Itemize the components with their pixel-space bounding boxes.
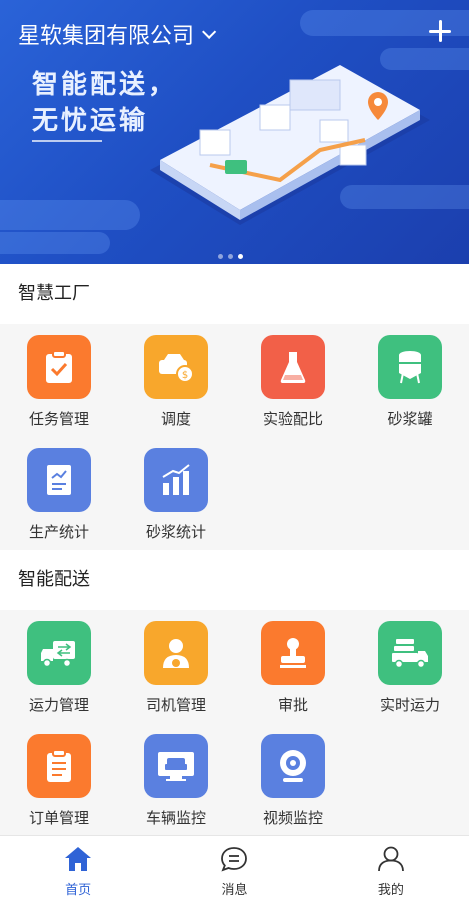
carousel-indicator[interactable] — [218, 254, 243, 259]
approval-tile[interactable]: 审批 — [234, 621, 352, 715]
order-clipboard-icon — [27, 734, 91, 798]
production-stats-tile[interactable]: 生产统计 — [0, 448, 118, 542]
message-icon — [221, 847, 248, 872]
lab-ratio-tile[interactable]: 实验配比 — [234, 335, 352, 429]
section-title-delivery: 智能配送 — [0, 550, 469, 610]
vehicle-monitor-tile[interactable]: 车辆监控 — [117, 734, 235, 828]
tile-label: 砂浆统计 — [145, 523, 206, 541]
tile-label: 实时运力 — [379, 696, 440, 714]
tab-messages[interactable]: 消息 — [156, 836, 312, 900]
tab-label: 消息 — [221, 883, 248, 898]
tank-icon — [378, 335, 442, 399]
company-selector[interactable]: 星软集团有限公司 — [18, 18, 217, 50]
truck-cargo-icon — [378, 621, 442, 685]
delivery-grid: 运力管理 司机管理 审批 实时运力 订单管理 车辆监控 视频监控 — [0, 610, 469, 835]
flask-icon — [261, 335, 325, 399]
driver-management-tile[interactable]: 司机管理 — [117, 621, 235, 715]
truck-exchange-icon — [27, 621, 91, 685]
tile-label: 运力管理 — [28, 696, 89, 714]
tile-label: 视频监控 — [262, 809, 323, 827]
slogan-divider — [32, 140, 102, 142]
slogan-line2: 无忧运输 — [32, 106, 149, 136]
bottom-tab-bar: 首页 消息 我的 — [0, 835, 469, 900]
tile-label: 审批 — [277, 696, 308, 714]
webcam-icon — [261, 734, 325, 798]
city-illustration — [150, 65, 430, 225]
tile-label: 实验配比 — [262, 410, 323, 428]
tab-profile[interactable]: 我的 — [313, 836, 469, 900]
add-icon[interactable] — [427, 18, 453, 44]
driver-icon — [144, 621, 208, 685]
mortar-stats-tile[interactable]: 砂浆统计 — [117, 448, 235, 542]
home-icon — [65, 847, 92, 871]
tile-label: 砂浆罐 — [387, 410, 433, 428]
factory-grid: 任务管理 $ 调度 实验配比 砂浆罐 生产统计 砂浆统计 — [0, 324, 469, 550]
vehicle-monitor-icon — [144, 734, 208, 798]
video-monitor-tile[interactable]: 视频监控 — [234, 734, 352, 828]
tab-label: 我的 — [377, 883, 404, 898]
company-name: 星软集团有限公司 — [18, 24, 195, 49]
stamp-icon — [261, 621, 325, 685]
clipboard-check-icon — [27, 335, 91, 399]
capacity-management-tile[interactable]: 运力管理 — [0, 621, 118, 715]
truck-dispatch-icon: $ — [144, 335, 208, 399]
tile-label: 司机管理 — [145, 696, 206, 714]
svg-text:$: $ — [182, 370, 188, 381]
dispatch-tile[interactable]: $ 调度 — [117, 335, 235, 429]
chevron-down-icon — [202, 24, 217, 39]
bar-chart-icon — [144, 448, 208, 512]
tab-label: 首页 — [65, 883, 92, 898]
hero-banner[interactable]: 星软集团有限公司 智能配送， 无忧运输 — [0, 0, 469, 264]
tile-label: 车辆监控 — [145, 809, 206, 827]
section-title-factory: 智慧工厂 — [0, 264, 469, 324]
order-management-tile[interactable]: 订单管理 — [0, 734, 118, 828]
mortar-tank-tile[interactable]: 砂浆罐 — [351, 335, 469, 429]
realtime-capacity-tile[interactable]: 实时运力 — [351, 621, 469, 715]
tile-label: 任务管理 — [28, 410, 89, 428]
task-management-tile[interactable]: 任务管理 — [0, 335, 118, 429]
tile-label: 生产统计 — [28, 523, 89, 541]
tile-label: 订单管理 — [28, 809, 89, 827]
chart-doc-icon — [27, 448, 91, 512]
user-icon — [377, 846, 404, 872]
tab-home[interactable]: 首页 — [0, 836, 156, 900]
tile-label: 调度 — [160, 410, 191, 428]
